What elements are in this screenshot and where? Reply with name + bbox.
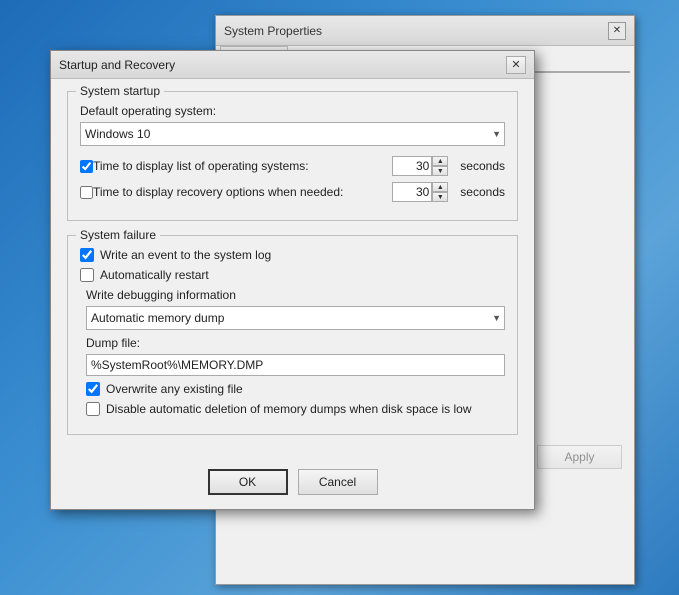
startup-recovery-dialog: Startup and Recovery ✕ System startup De… [50,50,535,510]
auto-restart-row: Automatically restart [80,268,505,282]
display-recovery-spinner-buttons: ▲ ▼ [432,182,448,202]
system-failure-label: System failure [76,228,160,242]
dump-file-section: Dump file: [86,336,505,376]
write-debugging-section: Write debugging information Automatic me… [80,288,505,330]
display-recovery-unit: seconds [460,185,505,199]
default-os-select-wrapper: Windows 10 [80,122,505,146]
system-properties-title: System Properties [224,24,322,38]
display-recovery-row: Time to display recovery options when ne… [80,182,505,202]
auto-restart-checkbox[interactable] [80,268,94,282]
dump-file-input[interactable] [86,354,505,376]
disable-auto-delete-checkbox[interactable] [86,402,100,416]
display-list-checkbox[interactable] [80,160,93,173]
system-properties-close-button[interactable]: ✕ [608,22,626,40]
display-recovery-spinner-down[interactable]: ▼ [432,192,448,202]
write-event-row: Write an event to the system log [80,248,505,262]
dump-file-label: Dump file: [86,336,505,350]
system-startup-content: Default operating system: Windows 10 Tim… [80,104,505,202]
display-recovery-input[interactable] [392,182,432,202]
dialog-close-button[interactable]: ✕ [506,56,526,74]
display-recovery-spinner-up[interactable]: ▲ [432,182,448,192]
display-list-row: Time to display list of operating system… [80,156,505,176]
dialog-buttons: OK Cancel [51,461,534,509]
system-properties-titlebar: System Properties ✕ [216,16,634,46]
debugging-select[interactable]: Automatic memory dump Complete memory du… [86,306,505,330]
system-failure-content: Write an event to the system log Automat… [80,248,505,416]
display-list-spinner: ▲ ▼ [392,156,448,176]
write-debugging-label: Write debugging information [86,288,505,302]
overwrite-row: Overwrite any existing file [86,382,505,396]
overwrite-checkbox[interactable] [86,382,100,396]
system-startup-label: System startup [76,84,164,98]
cancel-button[interactable]: Cancel [298,469,378,495]
write-event-checkbox[interactable] [80,248,94,262]
display-list-unit: seconds [460,159,505,173]
display-recovery-spinner: ▲ ▼ [392,182,448,202]
dialog-title: Startup and Recovery [59,58,175,72]
display-recovery-label: Time to display recovery options when ne… [93,185,392,199]
dialog-titlebar: Startup and Recovery ✕ [51,51,534,79]
system-startup-group: System startup Default operating system:… [67,91,518,221]
display-list-label: Time to display list of operating system… [93,159,392,173]
debugging-select-wrapper: Automatic memory dump Complete memory du… [86,306,505,330]
default-os-label: Default operating system: [80,104,505,118]
display-list-spinner-down[interactable]: ▼ [432,166,448,176]
display-recovery-checkbox[interactable] [80,186,93,199]
system-failure-group: System failure Write an event to the sys… [67,235,518,435]
auto-restart-label: Automatically restart [100,268,209,282]
default-os-select[interactable]: Windows 10 [80,122,505,146]
sp-apply-button[interactable]: Apply [537,445,622,469]
disable-auto-delete-label: Disable automatic deletion of memory dum… [106,402,472,416]
display-list-spinner-up[interactable]: ▲ [432,156,448,166]
overwrite-label: Overwrite any existing file [106,382,243,396]
write-event-label: Write an event to the system log [100,248,271,262]
disable-auto-delete-row: Disable automatic deletion of memory dum… [86,402,505,416]
ok-button[interactable]: OK [208,469,288,495]
dialog-body: System startup Default operating system:… [51,79,534,461]
display-list-input[interactable] [392,156,432,176]
display-list-spinner-buttons: ▲ ▼ [432,156,448,176]
